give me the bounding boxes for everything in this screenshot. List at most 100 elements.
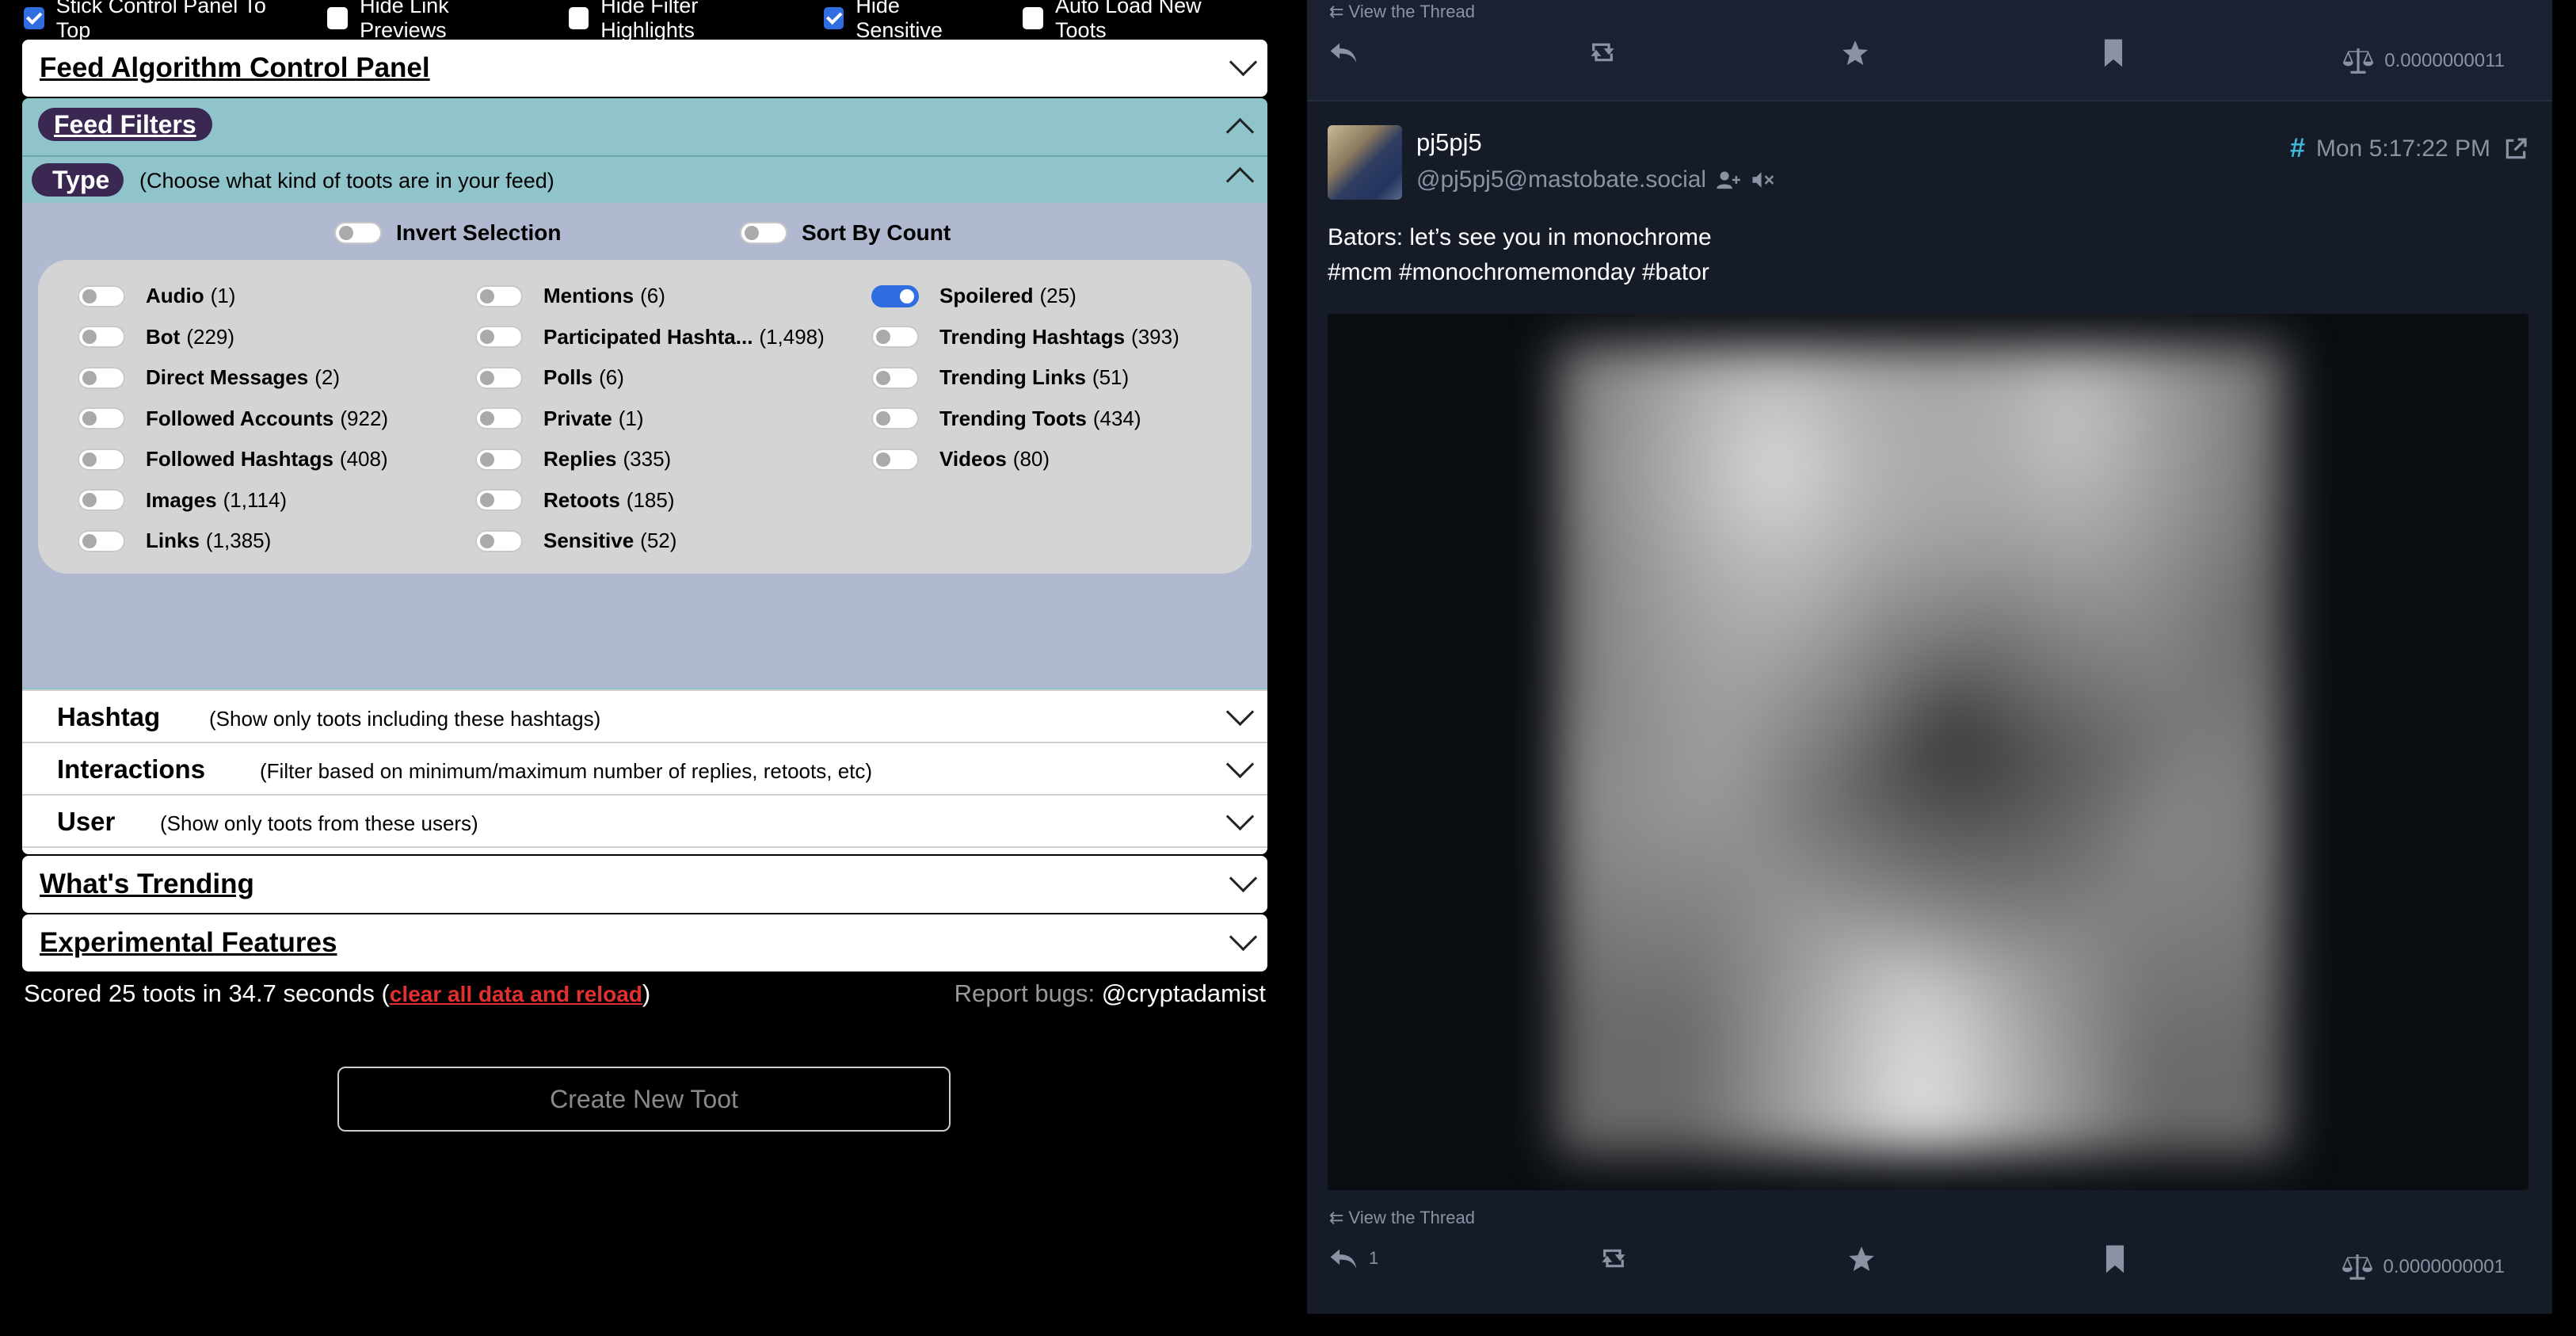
checkbox[interactable] <box>823 7 844 29</box>
mute-icon[interactable] <box>1751 170 1776 190</box>
section-name: Interactions <box>57 754 206 784</box>
clear-data-link[interactable]: clear all data and reload <box>390 982 642 1006</box>
toggle-switch[interactable] <box>78 448 125 471</box>
type-filter-item[interactable]: Bot (229) <box>78 317 388 358</box>
retoot-icon[interactable] <box>1597 1244 1630 1273</box>
type-filter-item[interactable]: Videos (80) <box>871 439 1179 480</box>
type-filter-item[interactable]: Participated Hashta... (1,498) <box>475 317 825 358</box>
sort-by-count-label: Sort By Count <box>802 220 951 245</box>
toggle-switch[interactable] <box>475 448 523 471</box>
section-description: (Show only toots from these users) <box>160 811 478 835</box>
type-filter-item[interactable]: Direct Messages (2) <box>78 357 388 399</box>
reply-button[interactable]: 1 <box>1328 1244 1378 1273</box>
toggle-switch[interactable] <box>78 366 125 389</box>
feed-filters-title[interactable]: Feed Filters <box>38 108 212 141</box>
type-filter-item[interactable]: Polls (6) <box>475 357 825 399</box>
chevron-down-icon[interactable] <box>1225 750 1255 779</box>
top-checkbox-option[interactable]: Hide Filter Highlights <box>568 0 782 43</box>
favourite-star-icon[interactable] <box>1839 38 1871 68</box>
type-filter-item[interactable]: Links (1,385) <box>78 521 388 562</box>
checkbox[interactable] <box>24 7 44 29</box>
filter-section-header[interactable]: User (Show only toots from these users) <box>22 794 1267 846</box>
toggle-switch[interactable] <box>475 326 523 349</box>
bookmark-icon[interactable] <box>2102 1244 2128 1274</box>
type-filter-item[interactable]: Trending Links (51) <box>871 357 1179 399</box>
type-filter-item[interactable]: Private (1) <box>475 399 825 440</box>
invert-selection-switch[interactable]: Invert Selection <box>334 220 562 246</box>
type-description: (Choose what kind of toots are in your f… <box>139 169 554 193</box>
report-label: Report bugs: <box>954 979 1096 1007</box>
type-filter-item[interactable]: Sensitive (52) <box>475 521 825 562</box>
checkbox[interactable] <box>327 7 349 29</box>
toggle-switch[interactable] <box>871 448 919 471</box>
create-new-toot-button[interactable]: Create New Toot <box>337 1067 951 1132</box>
top-checkbox-option[interactable]: Hide Link Previews <box>327 0 526 43</box>
author-handle[interactable]: @pj5pj5@mastobate.social <box>1416 166 1776 193</box>
external-link-icon[interactable] <box>2503 136 2528 162</box>
toggle-switch[interactable] <box>871 284 919 307</box>
toggle-switch[interactable] <box>475 366 523 389</box>
toggle-switch[interactable] <box>78 529 125 552</box>
filter-count: (922) <box>340 406 389 430</box>
top-checkbox-option[interactable]: Hide Sensitive <box>823 0 981 43</box>
chevron-down-icon[interactable] <box>1229 864 1258 893</box>
toggle-switch[interactable] <box>78 489 125 512</box>
type-filter-item[interactable]: Images (1,114) <box>78 480 388 521</box>
type-filter-item[interactable]: Followed Hashtags (408) <box>78 439 388 480</box>
toggle-switch[interactable] <box>871 407 919 430</box>
top-checkbox-option[interactable]: Stick Control Panel To Top <box>24 0 285 43</box>
filter-section-header[interactable]: Language(Show only toots from these lang… <box>22 846 1267 854</box>
checkbox[interactable] <box>568 7 589 29</box>
filter-section-header[interactable]: Hashtag (Show only toots including these … <box>22 689 1267 742</box>
type-filter-item[interactable]: Trending Hashtags (393) <box>871 317 1179 358</box>
type-filter-item[interactable]: Followed Accounts (922) <box>78 399 388 440</box>
type-filter-item[interactable]: Retoots (185) <box>475 480 825 521</box>
score-display[interactable]: 0.0000000001 <box>2339 1252 2505 1282</box>
top-checkbox-option[interactable]: Auto Load New Toots <box>1023 0 1241 43</box>
toggle-switch[interactable] <box>871 366 919 389</box>
bookmark-icon[interactable] <box>2101 38 2126 68</box>
chevron-down-icon[interactable] <box>1229 922 1258 952</box>
author-name[interactable]: pj5pj5 <box>1416 128 1482 157</box>
toot-hashtags[interactable]: #mcm #monochromemonday #bator <box>1328 255 1712 290</box>
checkbox[interactable] <box>1023 7 1044 29</box>
toot-timestamp[interactable]: # Mon 5:17:22 PM <box>2290 133 2528 164</box>
chevron-down-icon[interactable] <box>1225 802 1255 831</box>
type-filter-item[interactable]: Mentions (6) <box>475 276 825 317</box>
filter-count: (229) <box>186 324 235 349</box>
reply-icon[interactable] <box>1328 38 1359 67</box>
whats-trending-header[interactable]: What's Trending <box>22 856 1267 913</box>
toggle-switch[interactable] <box>740 222 787 244</box>
retoot-icon[interactable] <box>1586 38 1619 67</box>
sort-by-count-switch[interactable]: Sort By Count <box>740 220 951 246</box>
favourite-star-icon[interactable] <box>1846 1244 1877 1274</box>
toggle-switch[interactable] <box>334 222 382 244</box>
toggle-switch[interactable] <box>871 326 919 349</box>
follow-user-icon[interactable] <box>1716 170 1741 190</box>
toggle-switch[interactable] <box>78 284 125 307</box>
view-thread-link[interactable]: ⇇ View the Thread <box>1329 1208 1475 1228</box>
filter-section-header[interactable]: Interactions (Filter based on minimum/max… <box>22 742 1267 794</box>
toggle-switch[interactable] <box>475 284 523 307</box>
report-handle-link[interactable]: @cryptadamist <box>1102 979 1266 1007</box>
toggle-switch[interactable] <box>78 407 125 430</box>
toggle-switch[interactable] <box>475 407 523 430</box>
chevron-up-icon[interactable] <box>1225 117 1255 147</box>
chevron-down-icon[interactable] <box>1225 697 1255 727</box>
view-thread-link[interactable]: ⇇ View the Thread <box>1329 2 1475 22</box>
experimental-features-header[interactable]: Experimental Features <box>22 914 1267 971</box>
type-section-header[interactable]: Type (Choose what kind of toots are in y… <box>22 155 1267 204</box>
blurred-media-image[interactable] <box>1328 314 2528 1190</box>
type-filter-item[interactable]: Audio (1) <box>78 276 388 317</box>
chevron-up-icon[interactable] <box>1225 166 1255 196</box>
control-panel-header[interactable]: Feed Algorithm Control Panel <box>22 40 1267 97</box>
type-filter-item[interactable]: Replies (335) <box>475 439 825 480</box>
score-display[interactable]: 0.0000000011 <box>2340 46 2505 76</box>
toggle-switch[interactable] <box>475 489 523 512</box>
toggle-switch[interactable] <box>78 326 125 349</box>
chevron-down-icon[interactable] <box>1229 48 1258 77</box>
avatar[interactable] <box>1328 125 1402 200</box>
type-filter-item[interactable]: Spoilered (25) <box>871 276 1179 317</box>
type-filter-item[interactable]: Trending Toots (434) <box>871 399 1179 440</box>
toggle-switch[interactable] <box>475 529 523 552</box>
